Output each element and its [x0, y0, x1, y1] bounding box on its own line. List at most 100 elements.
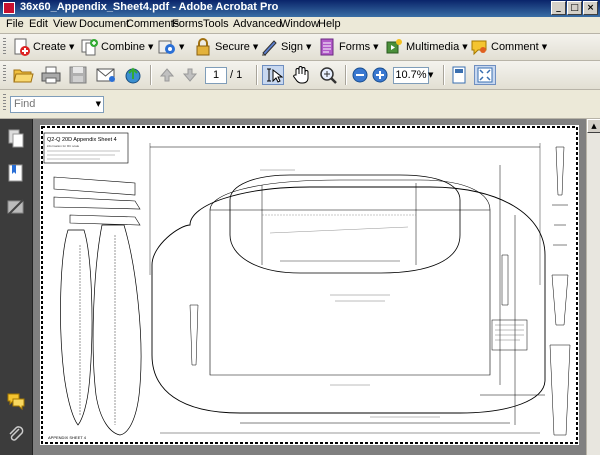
menu-window[interactable]: Window: [280, 18, 319, 30]
print-button[interactable]: [40, 65, 62, 85]
chevron-down-icon: ▼: [373, 43, 379, 51]
page-count-label: / 1: [230, 69, 243, 81]
open-button[interactable]: [12, 65, 34, 85]
pen-icon: [260, 38, 278, 56]
marquee-zoom-button[interactable]: [318, 65, 340, 85]
menu-forms[interactable]: Forms: [172, 18, 203, 30]
toolbar-separator: [256, 65, 258, 85]
arrow-up-icon: [159, 68, 175, 82]
fit-page-icon: [452, 66, 466, 84]
create-button[interactable]: Create ▼: [12, 37, 74, 57]
previous-page-button[interactable]: [156, 65, 178, 85]
outer-body-outline: [151, 186, 546, 414]
attachments-panel-button[interactable]: [7, 424, 25, 444]
menu-edit[interactable]: Edit: [29, 18, 48, 30]
zoom-level-input[interactable]: 10.7%: [393, 67, 429, 84]
form-icon: [318, 38, 336, 56]
collaborate-icon: [158, 38, 176, 56]
zoom-in-button[interactable]: [370, 65, 392, 85]
collaborate-button[interactable]: ▼: [158, 37, 184, 57]
multimedia-icon: [385, 38, 403, 56]
toolbar-separator: [150, 65, 152, 85]
upload-button[interactable]: [122, 65, 144, 85]
forms-button[interactable]: Forms ▼: [318, 37, 379, 57]
chevron-down-icon: ▼: [148, 43, 154, 51]
menu-view[interactable]: View: [53, 18, 77, 30]
combine-files-icon: [80, 38, 98, 56]
comment-bubble-icon: [470, 38, 488, 56]
combine-button[interactable]: Combine ▼: [80, 37, 153, 57]
menu-tools[interactable]: Tools: [203, 18, 229, 30]
select-tool-button[interactable]: [262, 65, 284, 85]
lock-icon: [194, 38, 212, 56]
chevron-down-icon: ▼: [69, 43, 75, 51]
scroll-up-arrow[interactable]: ▲: [587, 119, 600, 133]
sheet-title: Q2-Q 20D Appendix Sheet 4: [47, 137, 117, 143]
menu-advanced[interactable]: Advanced: [233, 18, 282, 30]
chevron-down-icon: ▼: [462, 43, 468, 51]
find-input[interactable]: [11, 97, 92, 111]
toolbar-grip[interactable]: [3, 94, 6, 112]
email-button[interactable]: [95, 65, 117, 85]
navigation-pane: [0, 119, 33, 455]
printer-icon: [41, 66, 61, 84]
envelope-icon: [96, 68, 115, 82]
close-button[interactable]: ×: [583, 1, 598, 15]
bookmark-icon: [8, 164, 23, 182]
arrow-down-icon: [182, 68, 198, 82]
toolbar-grip[interactable]: [3, 38, 6, 56]
zoom-dropdown-icon[interactable]: ▼: [428, 71, 433, 79]
pdf-page[interactable]: Q2-Q 20D Appendix Sheet 4 information fo…: [40, 125, 579, 445]
signature-pen-icon: [7, 199, 24, 215]
save-disk-icon: [69, 66, 87, 84]
fit-page-button[interactable]: [448, 65, 470, 85]
hand-tool-button[interactable]: [290, 65, 312, 85]
bookmarks-panel-button[interactable]: [7, 163, 25, 183]
minimize-button[interactable]: _: [551, 1, 566, 15]
comment-button[interactable]: Comment ▼: [470, 37, 547, 57]
window-title: 36x60_Appendix_Sheet4.pdf - Adobe Acroba…: [20, 1, 279, 13]
acrobat-app-icon[interactable]: [3, 2, 15, 14]
chevron-down-icon: ▼: [252, 43, 259, 51]
full-screen-button[interactable]: [474, 65, 496, 85]
next-page-button[interactable]: [179, 65, 201, 85]
menu-file[interactable]: File: [6, 18, 24, 30]
menu-document[interactable]: Document: [79, 18, 129, 30]
comments-panel-button[interactable]: [7, 391, 25, 411]
signatures-panel-button[interactable]: [7, 197, 25, 217]
paperclip-icon: [9, 426, 24, 441]
toolbar-grip[interactable]: [3, 65, 6, 83]
zoom-in-icon: [372, 67, 388, 83]
secure-button[interactable]: Secure ▼: [194, 37, 258, 57]
text-select-cursor-icon: [267, 68, 284, 83]
pages-panel-button[interactable]: [7, 129, 25, 149]
chevron-down-icon: ▼: [541, 43, 548, 51]
hand-icon: [293, 66, 309, 84]
chevron-down-icon[interactable]: ▼: [96, 100, 101, 108]
sheet-footer-label: APPENDIX SHEET 4: [48, 435, 87, 440]
full-screen-icon: [477, 67, 493, 83]
left-part-2: [92, 224, 142, 436]
inner-frame: [209, 209, 491, 376]
chevron-down-icon: ▼: [306, 43, 312, 51]
page-number-input[interactable]: 1: [205, 67, 227, 84]
menu-help[interactable]: Help: [318, 18, 341, 30]
folder-open-icon: [13, 69, 34, 83]
maximize-button[interactable]: □: [567, 1, 582, 15]
left-part-1: [60, 229, 93, 426]
find-field[interactable]: ▼: [10, 96, 104, 113]
zoom-out-button[interactable]: [350, 65, 372, 85]
chevron-down-icon: ▼: [179, 43, 185, 51]
comments-icon: [7, 393, 25, 411]
title-bar: 36x60_Appendix_Sheet4.pdf - Adobe Acroba…: [0, 0, 600, 17]
multimedia-button[interactable]: Multimedia ▼: [385, 37, 468, 57]
vertical-scrollbar[interactable]: ▲: [586, 119, 600, 455]
upload-globe-icon: [125, 67, 141, 84]
file-navigation-toolbar: 1 / 1 10.7% ▼: [0, 61, 600, 90]
menu-bar: File Edit View Document Comments Forms T…: [0, 17, 600, 34]
zoom-out-icon: [352, 67, 368, 83]
sign-button[interactable]: Sign ▼: [260, 37, 311, 57]
create-pdf-icon: [12, 38, 30, 56]
sheet-subtitle: information for RC scale: [47, 144, 80, 148]
save-button[interactable]: [67, 65, 89, 85]
